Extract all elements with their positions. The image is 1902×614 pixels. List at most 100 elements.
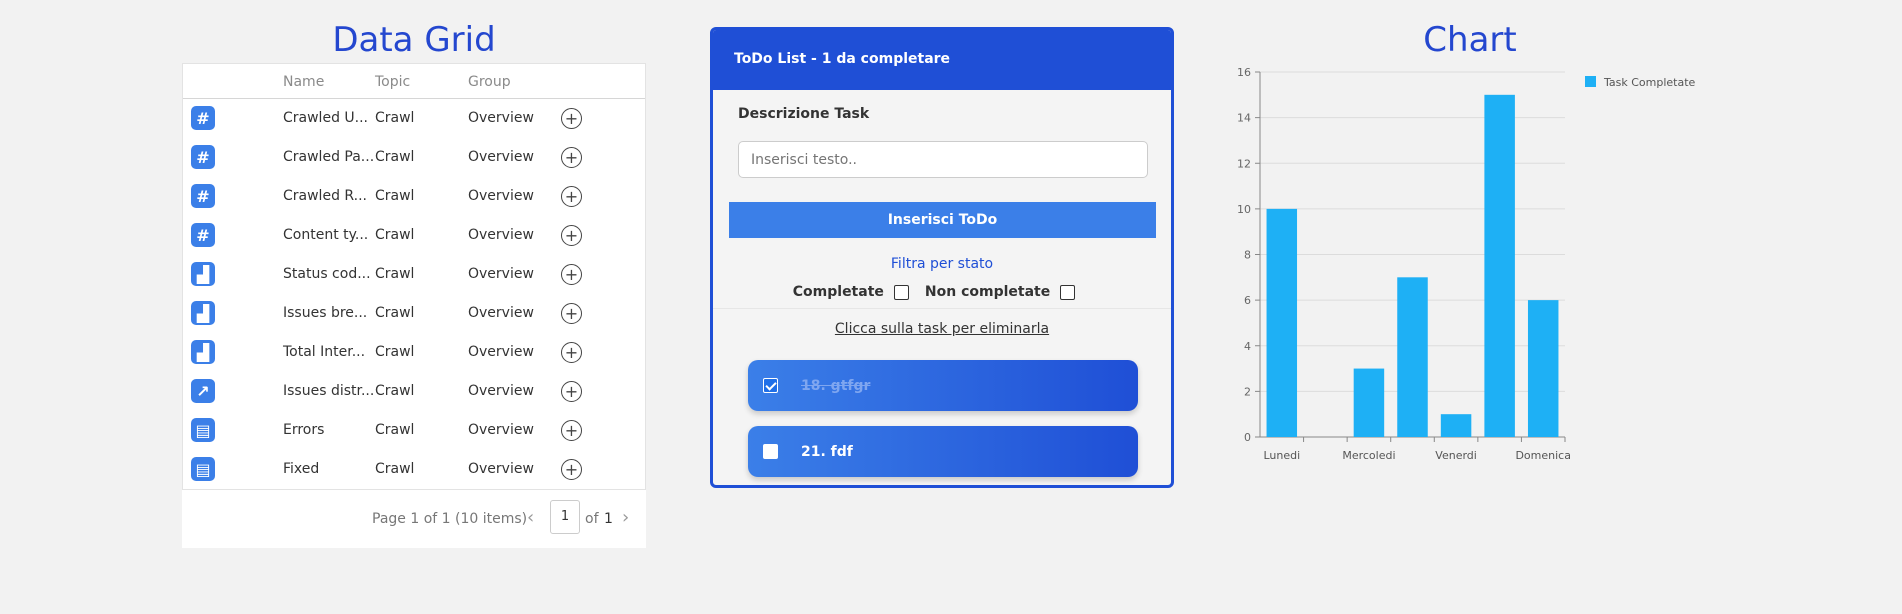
grid-pager: Page 1 of 1 (10 items) ‹ 1 of 1 › xyxy=(182,490,646,548)
row-topic: Crawl xyxy=(375,188,415,204)
task-text: 21. fdf xyxy=(801,443,853,460)
divider xyxy=(713,308,1171,309)
table-row[interactable]: ▟ Status cod... Crawl Overview + xyxy=(183,255,645,294)
grid-body: # Crawled U... Crawl Overview + # Crawled Pa..… xyxy=(183,99,645,489)
task-item[interactable]: 21. fdf xyxy=(748,426,1138,477)
x-tick-label: Domenica xyxy=(1515,449,1571,462)
add-circle-icon[interactable]: + xyxy=(561,108,582,129)
bar xyxy=(1266,208,1298,437)
filter-title: Filtra per stato xyxy=(890,256,994,272)
row-topic: Crawl xyxy=(375,110,415,126)
row-group: Overview xyxy=(468,188,534,204)
column-header-name[interactable]: Name xyxy=(283,74,324,90)
row-name: Content ty... xyxy=(283,227,369,243)
row-name: Crawled Pa... xyxy=(283,149,375,165)
bar-chart-icon: ▟ xyxy=(191,262,215,286)
y-tick-label: 14 xyxy=(1237,112,1251,125)
table-row[interactable]: ▤ Errors Crawl Overview + xyxy=(183,411,645,450)
bar-chart-icon: ▟ xyxy=(191,301,215,325)
bar xyxy=(1527,300,1559,437)
y-tick-label: 4 xyxy=(1244,340,1251,353)
x-tick-label: Venerdi xyxy=(1435,449,1477,462)
row-topic: Crawl xyxy=(375,227,415,243)
row-name: Issues distr... xyxy=(283,383,375,399)
table-row[interactable]: # Crawled U... Crawl Overview + xyxy=(183,99,645,138)
chart-title: Chart xyxy=(1423,20,1517,60)
chevron-left-icon[interactable]: ‹ xyxy=(527,507,534,528)
row-group: Overview xyxy=(468,227,534,243)
table-row[interactable]: ▤ Fixed Crawl Overview + xyxy=(183,450,645,489)
add-circle-icon[interactable]: + xyxy=(561,342,582,363)
row-group: Overview xyxy=(468,110,534,126)
row-topic: Crawl xyxy=(375,149,415,165)
table-row[interactable]: ▟ Issues bre... Crawl Overview + xyxy=(183,294,645,333)
table-row[interactable]: # Crawled R... Crawl Overview + xyxy=(183,177,645,216)
y-tick-label: 0 xyxy=(1244,431,1251,444)
filter-not-completed-checkbox[interactable] xyxy=(1060,284,1076,300)
trend-line-icon: ↗ xyxy=(191,379,215,403)
grid-header-row: Name Topic Group xyxy=(183,64,645,99)
bar xyxy=(1484,94,1515,437)
add-circle-icon[interactable]: + xyxy=(561,225,582,246)
add-circle-icon[interactable]: + xyxy=(561,264,582,285)
row-group: Overview xyxy=(468,383,534,399)
row-group: Overview xyxy=(468,461,534,477)
y-tick-label: 10 xyxy=(1237,203,1251,216)
table-row[interactable]: ▟ Total Inter... Crawl Overview + xyxy=(183,333,645,372)
row-topic: Crawl xyxy=(375,422,415,438)
add-circle-icon[interactable]: + xyxy=(561,303,582,324)
task-text: 18. gtfgr xyxy=(801,377,871,394)
table-row[interactable]: # Content ty... Crawl Overview + xyxy=(183,216,645,255)
y-tick-label: 8 xyxy=(1244,249,1251,262)
add-circle-icon[interactable]: + xyxy=(561,459,582,480)
pager-total-pages: 1 xyxy=(604,511,613,527)
task-done-checkbox[interactable] xyxy=(763,444,778,459)
bar-chart-icon: ▟ xyxy=(191,340,215,364)
row-name: Crawled R... xyxy=(283,188,367,204)
bar-chart: 0 2 4 6 8 10 12 14 16 Lunedi Mercoledi Venerdi Domen… xyxy=(1237,66,1696,462)
row-name: Status cod... xyxy=(283,266,371,282)
y-tick-label: 6 xyxy=(1244,294,1251,307)
column-header-topic[interactable]: Topic xyxy=(375,74,410,90)
bar xyxy=(1397,277,1428,437)
chevron-right-icon[interactable]: › xyxy=(622,507,629,528)
row-name: Total Inter... xyxy=(283,344,366,360)
hash-icon: # xyxy=(191,223,215,247)
add-circle-icon[interactable]: + xyxy=(561,186,582,207)
data-grid-title: Data Grid xyxy=(332,20,496,60)
pager-summary: Page 1 of 1 (10 items) xyxy=(372,511,528,527)
hash-icon: # xyxy=(191,184,215,208)
column-header-group[interactable]: Group xyxy=(468,74,511,90)
page-number-input[interactable]: 1 xyxy=(550,500,580,534)
row-group: Overview xyxy=(468,344,534,360)
pager-of-label: of xyxy=(585,511,599,527)
add-todo-button[interactable]: Inserisci ToDo xyxy=(729,202,1156,238)
add-circle-icon[interactable]: + xyxy=(561,147,582,168)
legend-label: Task Completate xyxy=(1603,76,1696,89)
filter-completed-checkbox[interactable] xyxy=(893,284,909,300)
filter-completed-label: Completate xyxy=(792,284,884,300)
table-row[interactable]: ↗ Issues distr... Crawl Overview + xyxy=(183,372,645,411)
legend-swatch xyxy=(1585,76,1596,87)
task-description-input[interactable] xyxy=(738,141,1148,178)
bar xyxy=(1440,414,1472,437)
row-topic: Crawl xyxy=(375,266,415,282)
add-circle-icon[interactable]: + xyxy=(561,381,582,402)
y-tick-label: 16 xyxy=(1237,66,1251,79)
add-circle-icon[interactable]: + xyxy=(561,420,582,441)
row-topic: Crawl xyxy=(375,461,415,477)
table-icon: ▤ xyxy=(191,418,215,442)
task-done-checkbox[interactable] xyxy=(763,378,778,393)
y-tick-label: 2 xyxy=(1244,385,1251,398)
x-tick-label: Mercoledi xyxy=(1342,449,1395,462)
hash-icon: # xyxy=(191,106,215,130)
todo-panel: ToDo List - 1 da completare Descrizione … xyxy=(710,27,1174,488)
row-name: Crawled U... xyxy=(283,110,368,126)
task-item[interactable]: 18. gtfgr xyxy=(748,360,1138,411)
row-name: Errors xyxy=(283,422,325,438)
row-name: Issues bre... xyxy=(283,305,368,321)
table-row[interactable]: # Crawled Pa... Crawl Overview + xyxy=(183,138,645,177)
task-description-label: Descrizione Task xyxy=(738,106,870,122)
y-tick-label: 12 xyxy=(1237,157,1251,170)
filter-not-completed-label: Non completate xyxy=(924,284,1051,300)
